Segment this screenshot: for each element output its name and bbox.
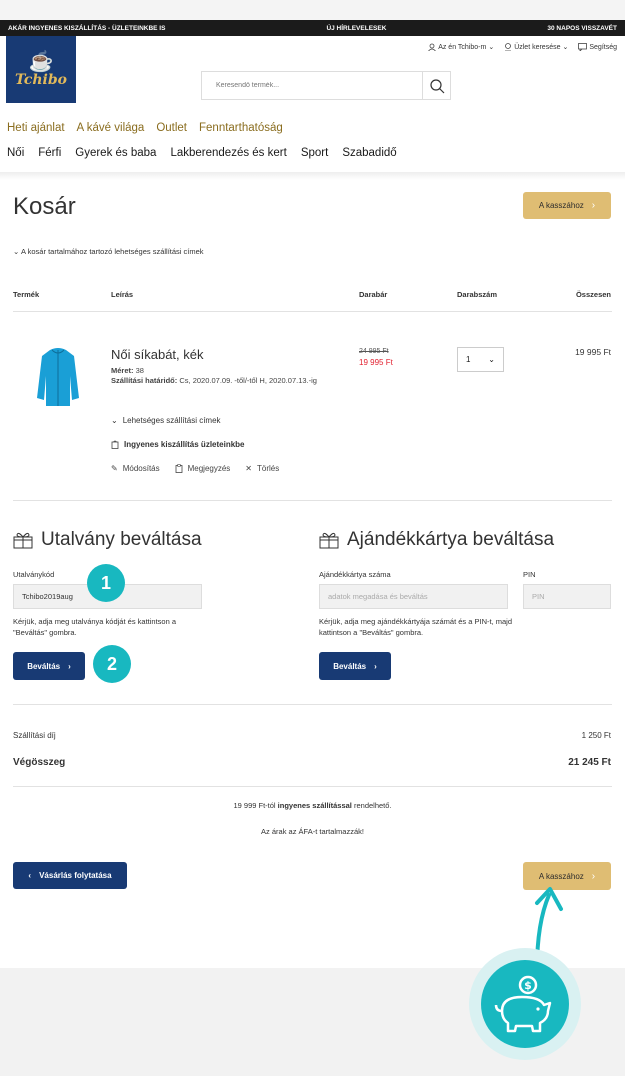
shipping-fee-value: 1 250 Ft	[581, 731, 611, 740]
savings-icon: $	[494, 975, 552, 1033]
possible-addresses-toggle[interactable]: ⌄ Lehetséges szállítási címek	[111, 416, 221, 425]
promo-right[interactable]: 30 NAPOS VISSZAVÉT	[547, 25, 617, 32]
voucher-redeem-button[interactable]: Beváltás ›	[13, 652, 85, 680]
store-icon	[505, 43, 512, 51]
voucher-title: Utalvány beváltása	[13, 529, 202, 551]
chevron-right-icon: ›	[591, 870, 596, 882]
free-shipping-info: Ingyenes kiszállítás üzleteinkbe	[111, 440, 245, 449]
account-link[interactable]: Az én Tchibo-m ⌄	[428, 43, 494, 51]
sale-price: 19 995 Ft	[359, 358, 393, 367]
chevron-down-icon: ⌄	[111, 416, 118, 425]
nav-outlet[interactable]: Outlet	[156, 122, 187, 134]
chevron-down-icon: ⌄	[488, 355, 495, 364]
search-icon	[429, 78, 444, 93]
edit-button[interactable]: ✎ Módosítás	[111, 464, 160, 473]
quantity-select[interactable]: 1 ⌄	[457, 347, 504, 372]
old-price: 24 995 Ft	[359, 348, 389, 355]
grand-total-label: Végösszeg	[13, 757, 66, 768]
promo-center[interactable]: ÚJ HÍRLEVELESEK	[326, 25, 386, 32]
shipping-fee-label: Szállítási díj	[13, 731, 56, 740]
line-total: 19 995 Ft	[575, 347, 611, 357]
help-link[interactable]: Segítség	[578, 43, 617, 51]
chevron-down-icon: ⌄	[562, 44, 569, 51]
giftcard-redeem-button[interactable]: Beváltás ›	[319, 652, 391, 680]
top-strip	[0, 0, 625, 20]
col-description: Leírás	[111, 290, 134, 299]
nav-home-garden[interactable]: Lakberendezés és kert	[170, 147, 286, 159]
nav-coffee-world[interactable]: A kávé világa	[77, 122, 145, 134]
user-icon	[428, 43, 436, 51]
chevron-down-icon: ⌄	[488, 44, 495, 51]
piggy-bank-icon: $	[481, 960, 569, 1048]
shipping-addresses-toggle[interactable]: ⌄ A kosár tartalmához tartozó lehetséges…	[13, 247, 204, 256]
divider	[13, 786, 612, 787]
nav-sustainability[interactable]: Fenntarthatóság	[199, 122, 283, 134]
voucher-hint: Kérjük, adja meg utalványa kódját és kat…	[13, 617, 177, 637]
clipboard-icon	[175, 464, 183, 473]
giftcard-hint: Kérjük, adja meg ajándékkártyája számát …	[319, 617, 513, 637]
nav-women[interactable]: Női	[7, 147, 24, 159]
search-input[interactable]	[202, 72, 422, 99]
product-name[interactable]: Női síkabát, kék	[111, 347, 204, 362]
chevron-right-icon: ›	[68, 661, 71, 671]
voucher-code-label: Utalványkód	[13, 570, 55, 579]
product-image[interactable]	[36, 346, 80, 408]
chevron-left-icon: ‹	[28, 871, 32, 880]
product-size: 38	[135, 366, 144, 375]
promo-left[interactable]: AKÁR INGYENES KISZÁLLÍTÁS - ÜZLETEINKBE …	[8, 25, 165, 32]
item-actions: ✎ Módosítás Megjegyzés ✕ Törlés	[111, 464, 279, 473]
utility-nav: Az én Tchibo-m ⌄ Üzlet keresése ⌄ Segítség	[428, 43, 617, 51]
note-button[interactable]: Megjegyzés	[175, 464, 230, 473]
col-unit-price: Darabár	[359, 290, 388, 299]
col-total: Összesen	[575, 290, 611, 299]
search-button[interactable]	[422, 72, 450, 99]
chevron-down-icon: ⌄	[13, 247, 20, 256]
nav-sport[interactable]: Sport	[301, 147, 329, 159]
giftcard-number-label: Ajándékkártya száma	[319, 570, 391, 579]
promo-bar: AKÁR INGYENES KISZÁLLÍTÁS - ÜZLETEINKBE …	[0, 20, 625, 36]
col-quantity: Darabszám	[457, 290, 498, 299]
delete-button[interactable]: ✕ Törlés	[245, 464, 279, 473]
nav-kids[interactable]: Gyerek és baba	[75, 147, 156, 159]
page-title: Kosár	[13, 193, 76, 220]
store-bag-icon	[111, 440, 119, 449]
grand-total-value: 21 245 Ft	[568, 757, 611, 768]
pointer-arrow-icon	[535, 887, 563, 971]
divider	[13, 500, 612, 501]
checkout-button-top[interactable]: A kasszához ›	[523, 192, 611, 219]
nav-men[interactable]: Férfi	[38, 147, 61, 159]
nav-leisure[interactable]: Szabadidő	[342, 147, 396, 159]
product-details: Méret: 38 Szállítási határidő: Cs, 2020.…	[111, 366, 317, 385]
close-icon: ✕	[245, 464, 252, 473]
col-product: Termék	[13, 290, 40, 299]
continue-shopping-button[interactable]: ‹ Vásárlás folytatása	[13, 862, 127, 889]
search-bar	[201, 71, 451, 100]
divider	[13, 704, 612, 705]
free-shipping-note: 19 999 Ft-tól ingyenes szállítással rend…	[233, 801, 392, 810]
pin-label: PIN	[523, 570, 536, 579]
step-badge-2: 2	[93, 645, 131, 683]
chevron-right-icon: ›	[591, 200, 596, 211]
store-finder-link[interactable]: Üzlet keresése ⌄	[504, 43, 568, 51]
chat-icon	[578, 43, 588, 51]
pin-input[interactable]: PIN	[523, 584, 611, 609]
gift-icon	[13, 532, 33, 549]
giftcard-number-input[interactable]: adatok megadása és beváltás	[319, 584, 508, 609]
delivery-deadline: Cs, 2020.07.09. -től/-től H, 2020.07.13.…	[179, 376, 317, 385]
step-badge-1: 1	[87, 564, 125, 602]
chevron-right-icon: ›	[374, 661, 377, 671]
secondary-nav: Heti ajánlat A kávé világa Outlet Fennta…	[7, 122, 283, 134]
pencil-icon: ✎	[111, 464, 118, 473]
svg-text:$: $	[524, 979, 532, 992]
coffee-cup-icon: ☕	[28, 50, 54, 73]
nav-divider	[0, 172, 625, 180]
vat-note: Az árak az ÁFA-t tartalmazzák!	[261, 827, 364, 836]
gift-icon	[319, 532, 339, 549]
main-nav: Női Férfi Gyerek és baba Lakberendezés é…	[7, 147, 397, 159]
divider	[13, 311, 612, 312]
nav-weekly-offer[interactable]: Heti ajánlat	[7, 122, 65, 134]
tchibo-logo[interactable]: ☕ Tchibo	[6, 36, 76, 103]
giftcard-title: Ajándékkártya beváltása	[319, 529, 554, 551]
logo-text: Tchibo	[15, 71, 67, 88]
